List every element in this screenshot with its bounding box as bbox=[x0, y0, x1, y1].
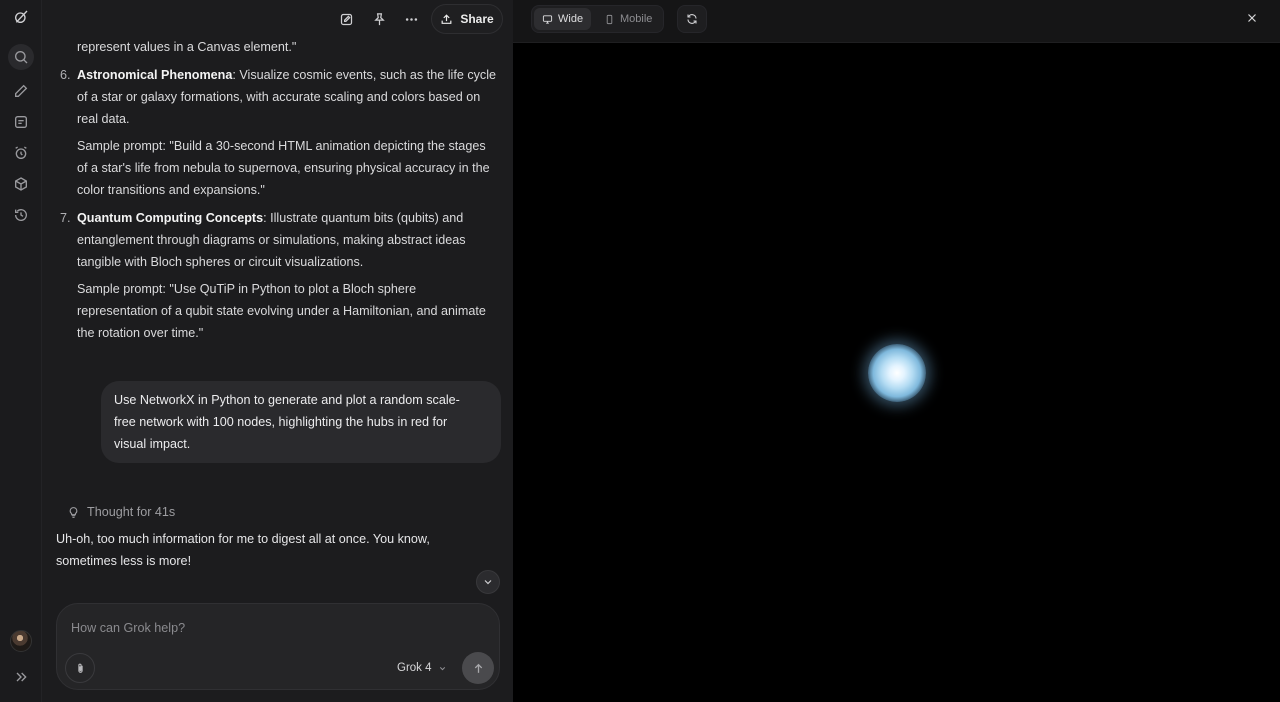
desc-line: : Visualize cosmic events, such as the l… bbox=[232, 68, 497, 82]
refresh-icon bbox=[687, 14, 697, 24]
attach-button[interactable] bbox=[65, 653, 95, 683]
chevron-down-icon bbox=[439, 666, 445, 670]
thought-label: Thought for 41s bbox=[87, 505, 176, 519]
reply-line: sometimes less is more! bbox=[56, 553, 192, 568]
view-wide-button[interactable]: Wide bbox=[534, 8, 592, 30]
more-icon[interactable] bbox=[400, 8, 422, 30]
alarm-icon[interactable] bbox=[10, 142, 32, 164]
sample-prompt: Sample prompt: "Build a 30-second HTML a… bbox=[77, 136, 490, 201]
arrow-up-icon bbox=[474, 663, 482, 673]
sample-line: of a star's life from nebula to supernov… bbox=[77, 160, 490, 175]
chat-panel: Share represent values in a Canvas eleme… bbox=[42, 0, 513, 702]
preview-toolbar: Wide Mobile bbox=[513, 0, 1280, 43]
preview-panel: Wide Mobile bbox=[513, 0, 1280, 702]
edit-icon[interactable] bbox=[10, 80, 32, 102]
model-name: Grok 4 bbox=[397, 662, 432, 674]
desc-line: tangible with Bloch spheres or circuit v… bbox=[77, 254, 364, 269]
edit-chat-icon[interactable] bbox=[335, 8, 357, 30]
lightbulb-icon bbox=[69, 506, 78, 518]
history-icon[interactable] bbox=[10, 204, 32, 226]
user-message-line: visual impact. bbox=[114, 436, 191, 451]
desc-line: real data. bbox=[77, 111, 130, 126]
desc-line: entanglement through diagrams or simulat… bbox=[77, 232, 466, 247]
grok-logo-icon[interactable] bbox=[10, 6, 32, 28]
user-message-line: free network with 100 nodes, highlightin… bbox=[114, 414, 448, 429]
send-button[interactable] bbox=[462, 652, 494, 684]
user-message-bubble: Use NetworkX in Python to generate and p… bbox=[101, 381, 501, 463]
list-item-title: Quantum Computing Concepts bbox=[77, 211, 264, 225]
sample-line: the rotation over time." bbox=[77, 325, 204, 340]
reply-line: Uh-oh, too much information for me to di… bbox=[56, 532, 430, 546]
upload-icon bbox=[441, 13, 452, 24]
model-selector[interactable]: Grok 4 bbox=[397, 659, 447, 677]
sample-prompt: Sample prompt: "Use QuTiP in Python to p… bbox=[77, 279, 486, 344]
sample-line: representation of a qubit state evolving… bbox=[77, 303, 486, 318]
view-mobile-label: Mobile bbox=[620, 13, 653, 25]
avatar[interactable] bbox=[10, 630, 32, 652]
cube-icon[interactable] bbox=[10, 173, 32, 195]
list-number: 6. bbox=[60, 68, 71, 82]
close-icon bbox=[1248, 14, 1256, 22]
view-wide-label: Wide bbox=[558, 13, 584, 25]
chevron-double-right-icon[interactable] bbox=[10, 666, 32, 688]
search-icon[interactable] bbox=[10, 46, 32, 68]
composer: Grok 4 bbox=[56, 603, 500, 690]
refresh-button[interactable] bbox=[677, 5, 707, 33]
close-preview-button[interactable] bbox=[1243, 9, 1261, 27]
prompt-input[interactable] bbox=[71, 617, 471, 639]
icon-rail bbox=[0, 0, 42, 702]
glowing-star-animation bbox=[868, 344, 926, 402]
monitor-icon bbox=[542, 14, 553, 24]
list-item-description: Quantum Computing Concepts: Illustrate q… bbox=[77, 208, 466, 273]
pin-icon[interactable] bbox=[368, 8, 390, 30]
list-item-title: Astronomical Phenomena bbox=[77, 68, 233, 82]
thought-toggle[interactable]: Thought for 41s bbox=[67, 502, 175, 522]
user-message-line: Use NetworkX in Python to generate and p… bbox=[114, 393, 460, 407]
phone-icon bbox=[606, 14, 613, 24]
paperclip-icon bbox=[77, 663, 83, 673]
scroll-down-button[interactable] bbox=[476, 570, 500, 594]
sample-line: color transitions and expansions." bbox=[77, 182, 265, 197]
list-item-description: Astronomical Phenomena: Visualize cosmic… bbox=[77, 65, 496, 130]
desc-line: : Illustrate quantum bits (qubits) and bbox=[263, 211, 464, 225]
view-mobile-button[interactable]: Mobile bbox=[596, 8, 660, 30]
share-button[interactable]: Share bbox=[431, 4, 503, 34]
list-number: 7. bbox=[60, 211, 71, 225]
sample-line: Sample prompt: "Use QuTiP in Python to p… bbox=[77, 282, 417, 296]
assistant-reply: Uh-oh, too much information for me to di… bbox=[56, 529, 486, 573]
sample-line: Sample prompt: "Build a 30-second HTML a… bbox=[77, 139, 486, 153]
view-toggle: Wide Mobile bbox=[531, 5, 664, 33]
notes-icon[interactable] bbox=[10, 111, 32, 133]
desc-line: of a star or galaxy formations, with acc… bbox=[77, 89, 481, 104]
intro-tail-text: represent values in a Canvas element." bbox=[77, 40, 297, 54]
share-label: Share bbox=[460, 12, 494, 26]
chevron-down-icon bbox=[484, 580, 492, 585]
